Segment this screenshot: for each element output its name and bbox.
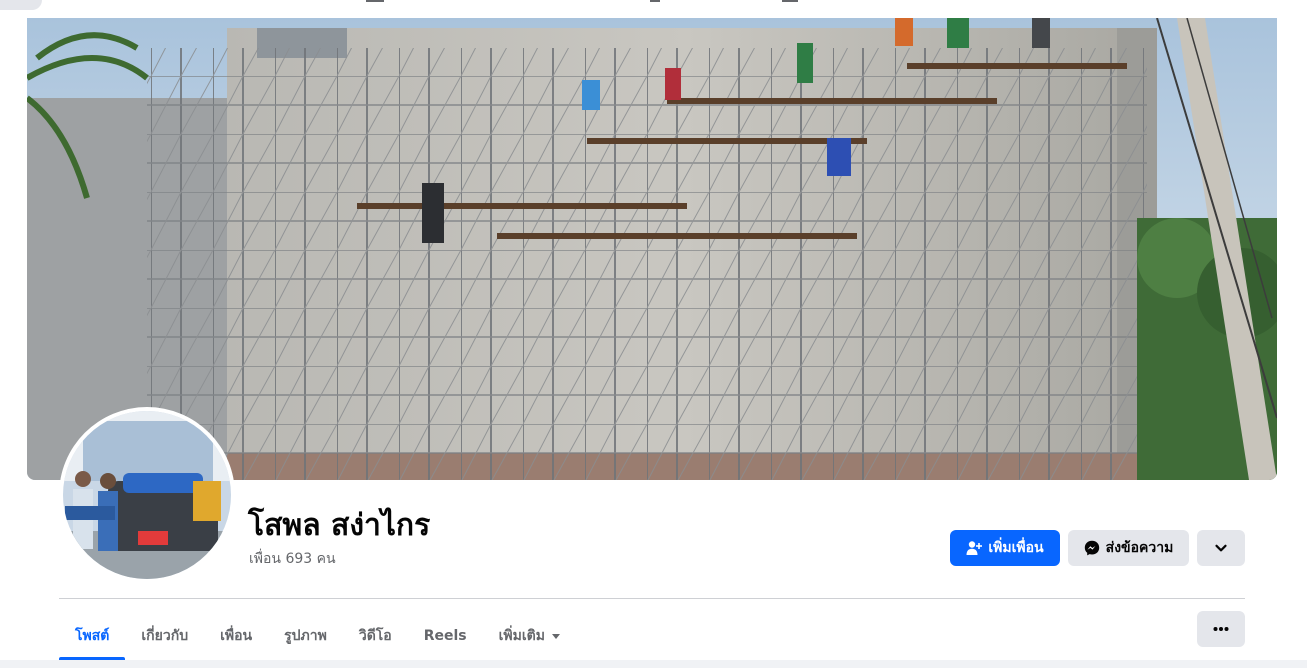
profile-tabs: โพสต์ เกี่ยวกับ เพื่อน รูปภาพ วิดีโอ Ree…: [59, 611, 577, 660]
nav-indicator: [782, 0, 798, 2]
message-label: ส่งข้อความ: [1105, 540, 1174, 556]
tab-videos[interactable]: วิดีโอ: [343, 611, 408, 660]
profile-picture[interactable]: [59, 407, 235, 583]
ellipsis-icon: [1213, 626, 1229, 632]
tab-label: เพื่อน: [220, 627, 253, 644]
messenger-icon: [1084, 540, 1100, 556]
cover-photo[interactable]: [27, 18, 1277, 480]
tab-label: วิดีโอ: [358, 627, 392, 644]
friends-count[interactable]: เพื่อน 693 คน: [249, 548, 336, 570]
nav-indicator: [650, 0, 660, 2]
tab-label: เพิ่มเติม: [498, 627, 545, 644]
search-box-edge[interactable]: [0, 0, 42, 10]
top-navigation-strip: [0, 0, 1307, 18]
tab-posts[interactable]: โพสต์: [59, 611, 126, 660]
tab-label: เกี่ยวกับ: [141, 627, 189, 644]
tab-photos[interactable]: รูปภาพ: [268, 611, 343, 660]
tab-friends[interactable]: เพื่อน: [204, 611, 268, 660]
tab-more[interactable]: เพิ่มเติม: [483, 611, 577, 660]
add-friend-label: เพิ่มเพื่อน: [988, 540, 1044, 556]
caret-down-icon: [551, 631, 561, 641]
profile-header: โสพล สง่าไกร เพื่อน 693 คน เพิ่มเพื่อน ส…: [0, 18, 1307, 660]
chevron-down-icon: [1214, 541, 1228, 555]
tab-reels[interactable]: Reels: [408, 611, 483, 660]
tab-label: รูปภาพ: [284, 627, 327, 644]
add-friend-icon: [966, 540, 983, 556]
message-button[interactable]: ส่งข้อความ: [1068, 530, 1189, 566]
more-options-button[interactable]: [1197, 611, 1245, 647]
tab-about[interactable]: เกี่ยวกับ: [125, 611, 204, 660]
add-friend-button[interactable]: เพิ่มเพื่อน: [950, 530, 1060, 566]
tab-label: Reels: [423, 627, 467, 644]
nav-indicator: [366, 0, 384, 2]
tab-label: โพสต์: [75, 627, 110, 644]
profile-options-button[interactable]: [1197, 530, 1245, 566]
profile-name: โสพล สง่าไกร: [248, 508, 431, 543]
header-divider: [59, 598, 1245, 599]
